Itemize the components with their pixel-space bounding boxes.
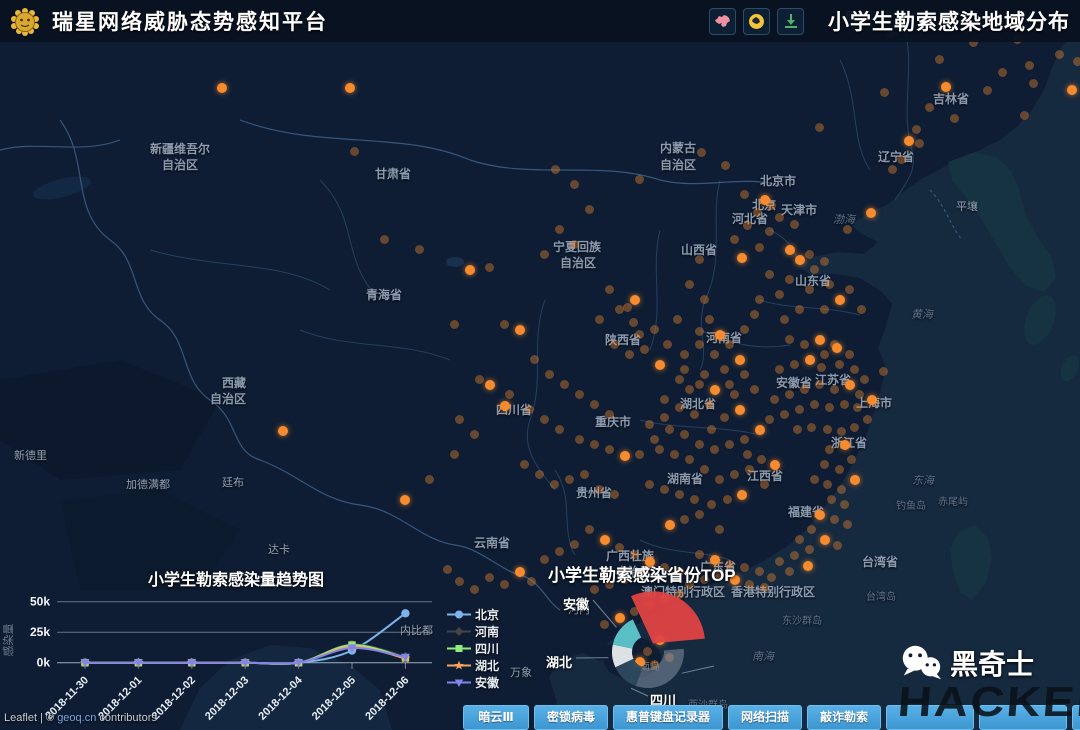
legend-label: 四川 xyxy=(475,640,499,657)
virus-button[interactable]: 网络扫描 xyxy=(728,705,802,730)
legend-label: 湖北 xyxy=(475,657,499,674)
map-attribution: Leaflet | © geoq.cn contributors xyxy=(4,712,157,724)
virus-button[interactable]: 敲诈勒索 xyxy=(807,705,881,730)
virus-button[interactable]: 密锁病毒 xyxy=(534,705,608,730)
legend-marker xyxy=(447,660,471,671)
lake xyxy=(446,257,464,267)
threat-dashboard: 黑龙江省吉林省辽宁省内蒙古自治区北京市北京天津市河北省山西省山东省陕西省河南省宁… xyxy=(0,0,1080,730)
legend-item[interactable]: 四川 xyxy=(447,640,499,657)
virus-button[interactable]: 暗云Ⅲ xyxy=(463,705,529,730)
rising-lion-logo xyxy=(10,6,40,36)
globe-icon[interactable] xyxy=(743,8,770,35)
legend-item[interactable]: 北京 xyxy=(447,606,499,623)
virus-button[interactable]: 永恒之蓝 xyxy=(1072,705,1080,730)
leaflet-credit: Leaflet xyxy=(4,712,37,724)
virus-button[interactable] xyxy=(979,705,1067,730)
trend-legend: 北京河南四川湖北安徽 xyxy=(447,606,499,691)
terrain-shade xyxy=(0,360,220,480)
virus-button[interactable]: 惠普键盘记录器 xyxy=(613,705,723,730)
lake xyxy=(31,172,94,204)
legend-label: 北京 xyxy=(475,606,499,623)
legend-marker xyxy=(447,626,471,637)
legend-item[interactable]: 安徽 xyxy=(447,674,499,691)
geoq-link[interactable]: geoq.cn xyxy=(57,712,96,724)
sea-bay xyxy=(180,645,392,730)
download-icon[interactable] xyxy=(777,8,804,35)
legend-item[interactable]: 河南 xyxy=(447,623,499,640)
sea-east xyxy=(543,28,1080,730)
terrain-shade xyxy=(60,490,240,590)
china-map[interactable] xyxy=(0,0,1080,730)
legend-label: 安徽 xyxy=(475,674,499,691)
header-bar: 瑞星网络威胁态势感知平台 小学生勒索感染地域分布 xyxy=(0,0,1080,42)
app-title: 瑞星网络威胁态势感知平台 xyxy=(52,6,328,36)
legend-marker xyxy=(447,677,471,688)
province-borders xyxy=(150,30,914,560)
china-map-icon[interactable] xyxy=(709,8,736,35)
virus-button-bar: 暗云Ⅲ密锁病毒惠普键盘记录器网络扫描敲诈勒索 永恒之蓝 xyxy=(463,705,1080,730)
legend-label: 河南 xyxy=(475,623,499,640)
virus-button[interactable] xyxy=(886,705,974,730)
hainan-island xyxy=(603,637,661,679)
header-icon-group xyxy=(709,8,804,35)
page-title: 小学生勒索感染地域分布 xyxy=(828,6,1070,36)
legend-marker xyxy=(447,643,471,654)
legend-marker xyxy=(447,609,471,620)
legend-item[interactable]: 湖北 xyxy=(447,657,499,674)
